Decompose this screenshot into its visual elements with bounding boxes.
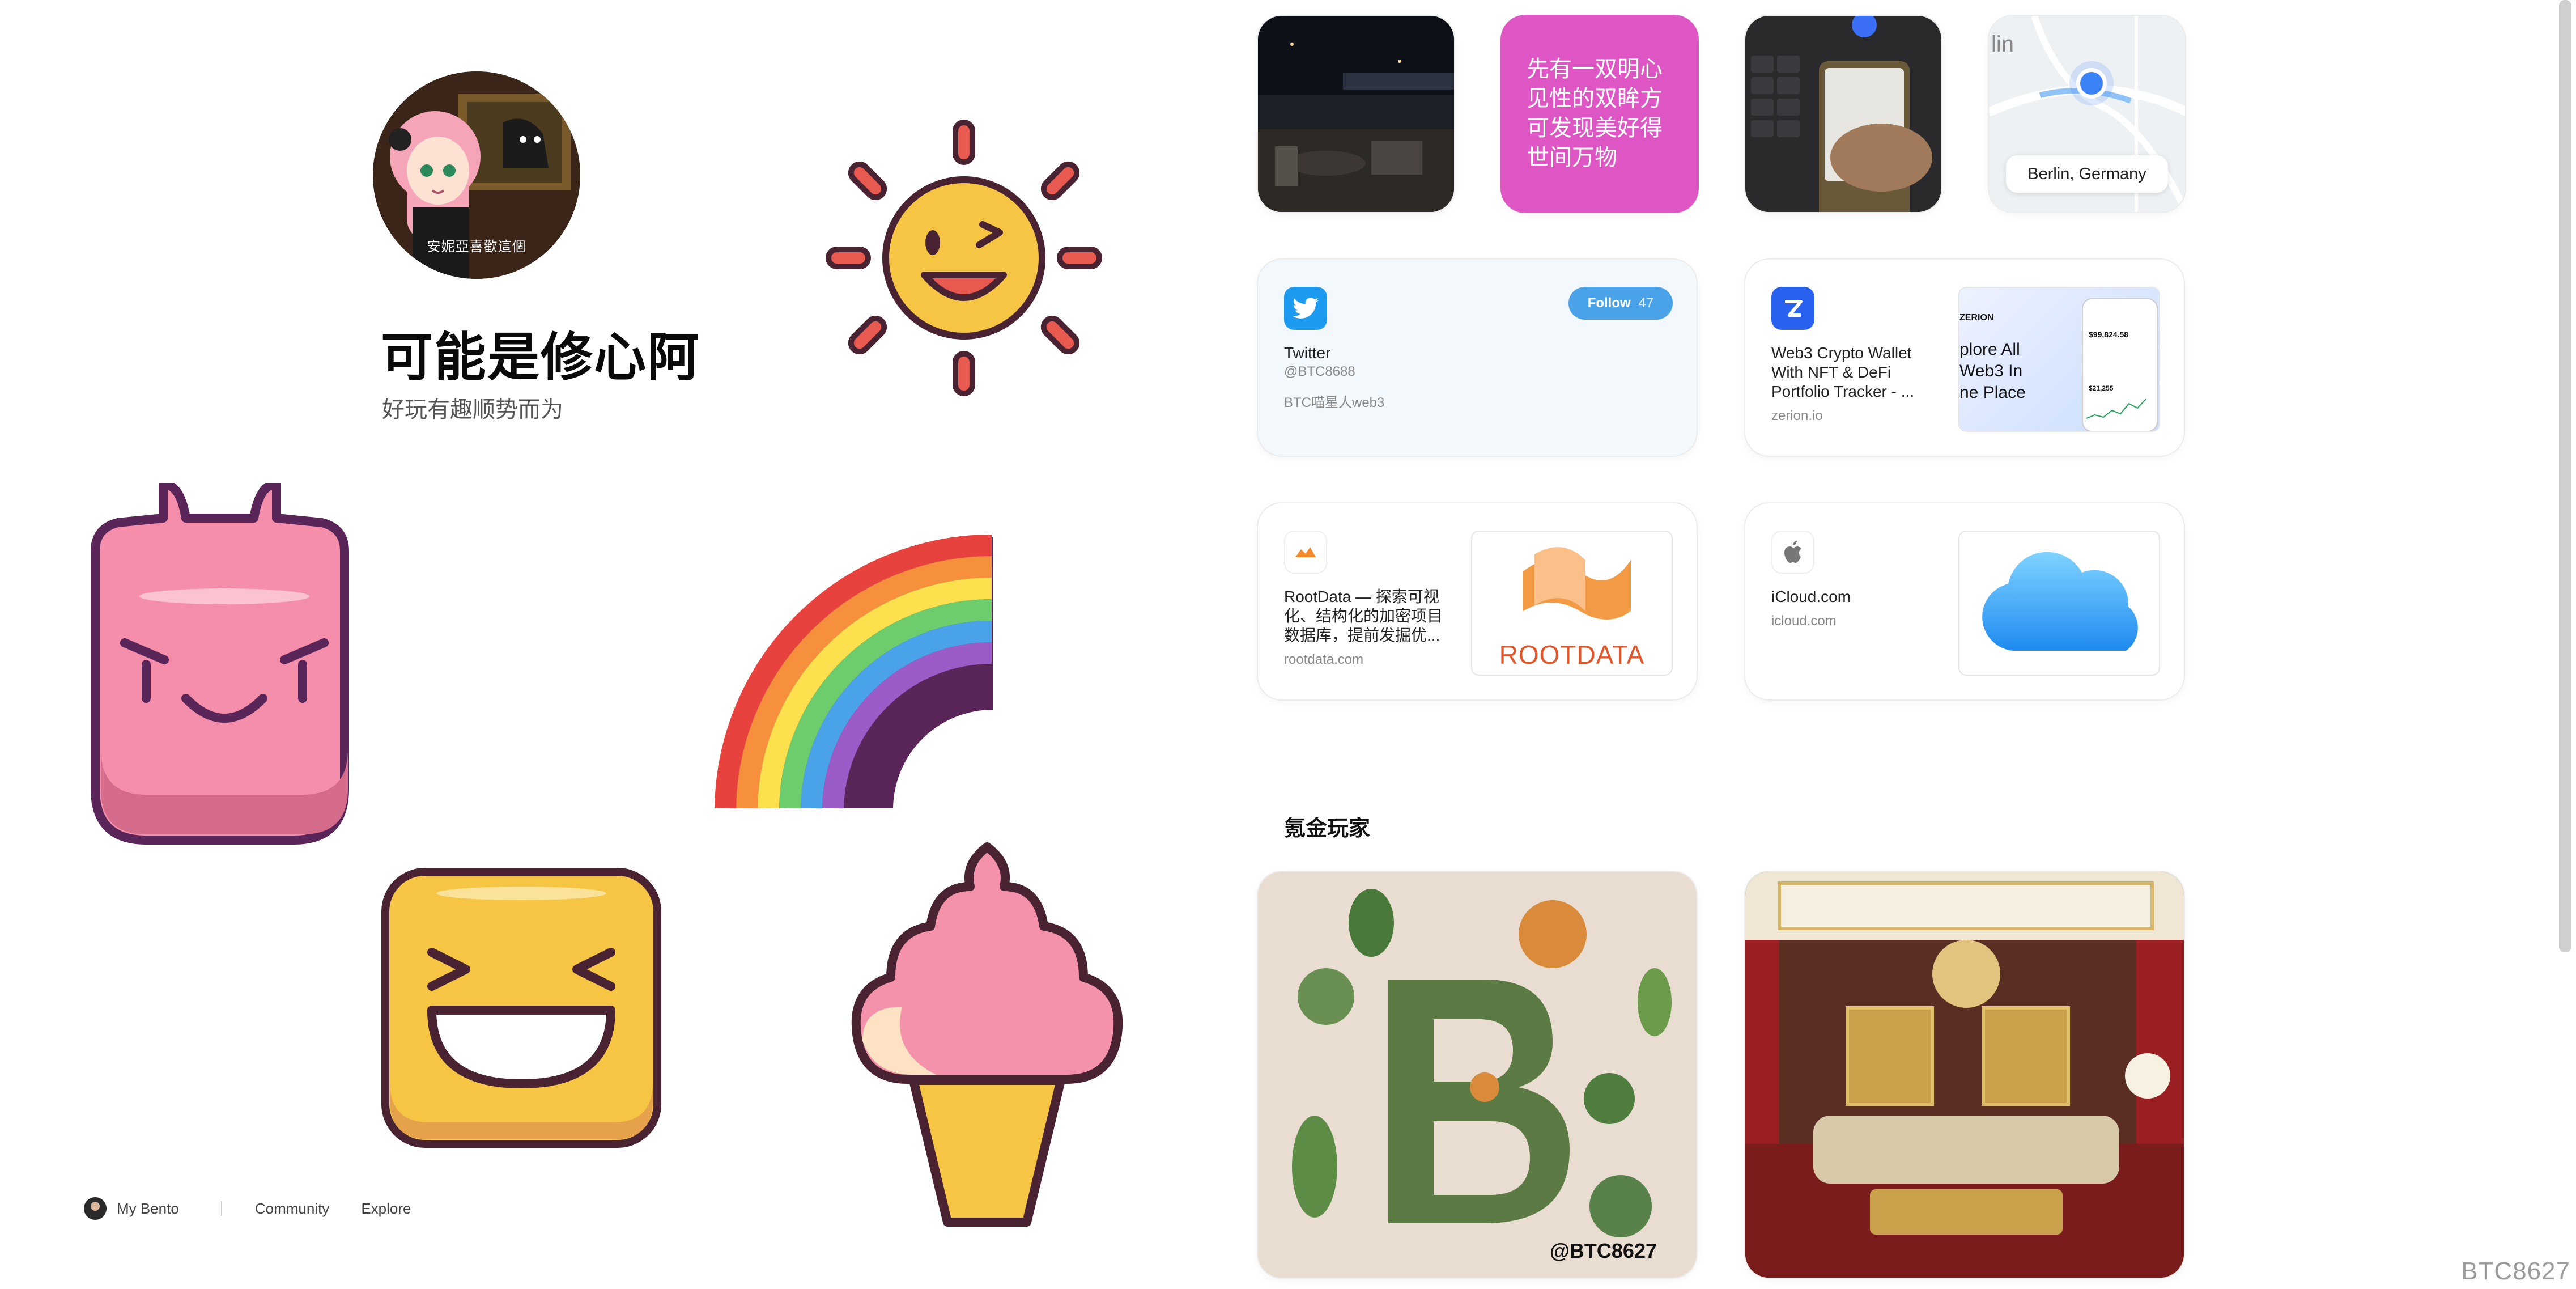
zerion-preview-amount2: $21,255 (2089, 384, 2114, 392)
follower-count: 47 (1638, 295, 1654, 311)
community-link[interactable]: Community (255, 1200, 329, 1218)
profile-avatar[interactable]: 安妮亞喜歡這個 (373, 71, 580, 279)
zerion-preview-brand: ZERION (1959, 313, 1994, 323)
bento-avatar-icon (84, 1197, 107, 1220)
rootdata-card[interactable]: RootData — 探索可视化、结构化的加密项目数据库，提前发掘优... ro… (1257, 502, 1698, 701)
rootdata-flag-logo (1523, 547, 1631, 620)
laughing-face-sticker (381, 868, 661, 1148)
twitter-bio: BTC喵星人web3 (1284, 395, 1385, 410)
icloud-preview (1958, 531, 2160, 676)
explore-link[interactable]: Explore (361, 1200, 411, 1218)
zerion-card[interactable]: Web3 Crypto Wallet With NFT & DeFi Portf… (1744, 258, 2185, 457)
rootdata-logo-text: ROOTDATA (1499, 640, 1645, 669)
apple-icon (1771, 531, 1814, 574)
image-watermark: @BTC8627 (1549, 1239, 1657, 1262)
photo-card-keyboard[interactable] (1744, 15, 1942, 213)
location-pin-icon (2076, 68, 2107, 99)
zerion-preview: ZERION plore All Web3 In ne Place $99,82… (1958, 287, 2160, 432)
rootdata-title: RootData — 探索可视化、结构化的加密项目数据库，提前发掘优... (1284, 588, 1443, 644)
twitter-icon (1284, 287, 1327, 330)
rootdata-icon (1284, 531, 1327, 574)
zerion-preview-text: plore All Web3 In ne Place (1959, 340, 2026, 402)
night-terrace-image (1258, 16, 1454, 212)
zerion-title: Web3 Crypto Wallet With NFT & DeFi Portf… (1771, 344, 1915, 400)
sun-sticker (826, 120, 1102, 396)
map-location-label: Berlin, Germany (2006, 155, 2168, 193)
keyboard-phone-image (1745, 16, 1941, 212)
rainbow-sticker (715, 535, 993, 809)
profile-name: 可能是修心阿 (381, 327, 701, 388)
bento-avatar[interactable] (84, 1197, 107, 1220)
leaf-letter-b-image (1258, 872, 1697, 1278)
icloud-cloud-icon (1982, 552, 2138, 651)
rootdata-preview: ROOTDATA (1471, 531, 1673, 676)
icloud-title: iCloud.com (1771, 588, 1851, 605)
zerion-url: zerion.io (1771, 408, 1823, 423)
page-watermark: BTC8627 (2461, 1257, 2570, 1285)
twitter-title: Twitter (1284, 344, 1331, 362)
rootdata-url: rootdata.com (1284, 652, 1364, 667)
nav-divider (220, 1201, 222, 1216)
map-corner-text: lin (1991, 32, 2014, 57)
leaf-b-image-card[interactable]: @BTC8627 (1257, 871, 1698, 1279)
my-bento-link[interactable]: My Bento (117, 1200, 179, 1218)
luxury-room-image (1745, 872, 2184, 1278)
icloud-card[interactable]: iCloud.com icloud.com (1744, 502, 2185, 701)
ice-cream-sticker (851, 842, 1123, 1227)
zerion-phone-mockup: $99,824.58 $21,255 (2082, 298, 2158, 431)
bottom-nav: My Bento Community Explore (84, 1197, 443, 1220)
follow-button[interactable]: Follow 47 (1568, 287, 1673, 320)
map-card[interactable]: lin Berlin, Germany (1988, 15, 2186, 213)
profile-bio: 好玩有趣顺势而为 (382, 397, 563, 423)
zerion-icon (1771, 287, 1814, 330)
icloud-url: icloud.com (1771, 613, 1837, 629)
zerion-preview-amount: $99,824.58 (2089, 330, 2129, 339)
twitter-handle: @BTC8688 (1284, 364, 1355, 379)
follow-label: Follow (1587, 295, 1631, 311)
photo-card-night[interactable] (1257, 15, 1455, 213)
quote-card[interactable]: 先有一双明心见性的双眸方可发现美好得世间万物 (1500, 15, 1699, 213)
twitter-card[interactable]: Follow 47 Twitter @BTC8688 BTC喵星人web3 (1257, 258, 1698, 457)
avatar-caption: 安妮亞喜歡這個 (427, 239, 526, 255)
luxury-room-image-card[interactable] (1744, 871, 2185, 1279)
devil-sticker (91, 483, 349, 845)
scrollbar-thumb[interactable] (2559, 0, 2571, 952)
quote-text: 先有一双明心见性的双眸方可发现美好得世间万物 (1527, 56, 1663, 171)
section-heading: 氪金玩家 (1284, 816, 1371, 841)
zerion-sparkline (2086, 398, 2146, 419)
